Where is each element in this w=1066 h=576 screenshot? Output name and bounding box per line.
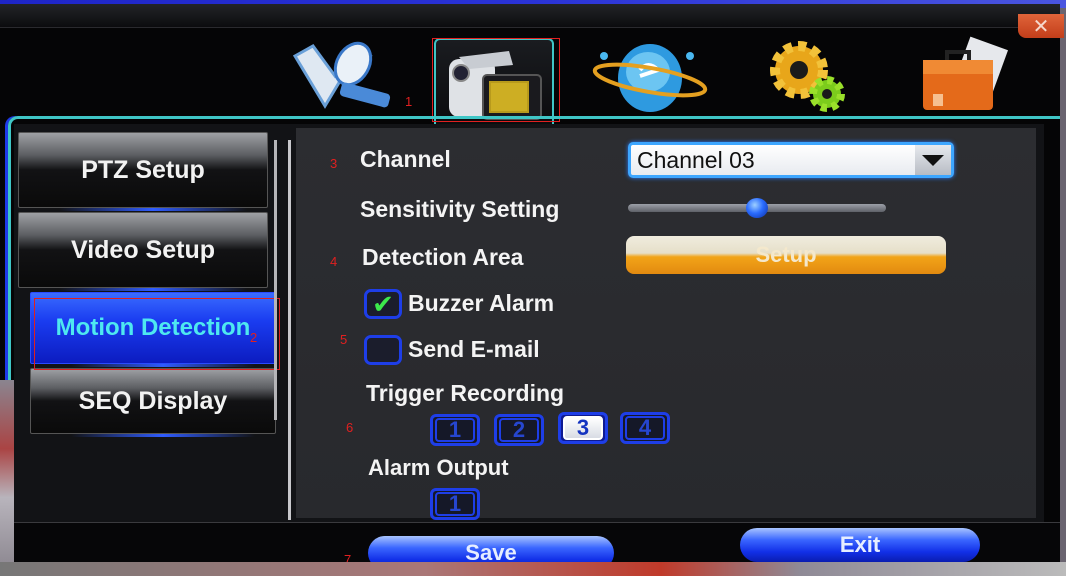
title-bar [0,4,1060,28]
exit-button[interactable]: Exit [740,528,980,562]
send-email-checkbox[interactable] [364,335,402,365]
channel-select[interactable]: Channel 03 [628,142,954,178]
sidebar-item-video-setup[interactable]: Video Setup [18,212,268,291]
sensitivity-slider-knob[interactable] [746,198,768,218]
sensitivity-slider[interactable] [628,198,886,218]
annotation-1: 1 [405,94,413,109]
sidebar-item-ptz-setup[interactable]: PTZ Setup [18,132,268,211]
channel-number: 4 [625,415,665,440]
channel-select-value: Channel 03 [637,147,755,173]
background-edge [0,380,14,576]
trigger-channel-2[interactable]: 2 [494,414,544,446]
trigger-channel-3[interactable]: 3 [558,412,608,444]
tab-record-playback[interactable] [280,36,400,116]
sidebar-divider [274,140,277,420]
main-menu-tabs [270,30,1060,126]
checkmark-icon: ✔ [372,289,394,319]
film-reel-icon [292,41,391,109]
globe-network-icon [592,44,708,112]
trigger-channel-1[interactable]: 1 [430,414,480,446]
chevron-down-icon [915,145,951,175]
sidebar-item-seq-display[interactable]: SEQ Display [30,368,276,437]
exit-button-label: Exit [839,532,881,557]
gears-icon [770,41,845,112]
trigger-channel-4[interactable]: 4 [620,412,670,444]
trigger-recording-label: Trigger Recording [366,380,565,406]
channel-number: 2 [499,417,539,442]
annotation-6: 6 [346,420,354,435]
send-email-label: Send E-mail [408,336,540,362]
buzzer-alarm-checkbox[interactable]: ✔ [364,289,402,319]
detection-area-setup-button[interactable]: Setup [626,236,946,274]
tab-network[interactable] [590,36,710,116]
alarm-output-1[interactable]: 1 [430,488,480,520]
tab-camera-setup[interactable] [434,38,554,126]
channel-label: Channel [360,146,451,172]
channel-number: 1 [435,491,475,516]
channel-number: 3 [563,415,603,440]
sensitivity-label: Sensitivity Setting [360,196,560,222]
sidebar-item-motion-detection[interactable]: Motion Detection [30,292,276,367]
content-divider [288,140,291,520]
annotation-3: 3 [330,156,338,171]
annotation-5: 5 [340,332,348,347]
sidebar-item-label: Video Setup [70,235,215,264]
background-edge [0,562,1066,576]
sidebar-item-label: SEQ Display [78,386,228,415]
briefcase-icon [923,36,1009,110]
sidebar-item-label: Motion Detection [55,314,251,342]
channel-number: 1 [435,417,475,442]
annotation-4: 4 [330,254,338,269]
sidebar-item-label: PTZ Setup [81,155,205,184]
tab-information[interactable] [900,36,1020,116]
buzzer-alarm-label: Buzzer Alarm [408,290,555,316]
detection-area-label: Detection Area [362,244,524,270]
tab-system-settings[interactable] [746,36,866,116]
camcorder-icon [449,51,542,120]
annotation-2: 2 [250,330,258,345]
setup-button-label: Setup [755,242,817,267]
alarm-output-label: Alarm Output [368,455,509,480]
